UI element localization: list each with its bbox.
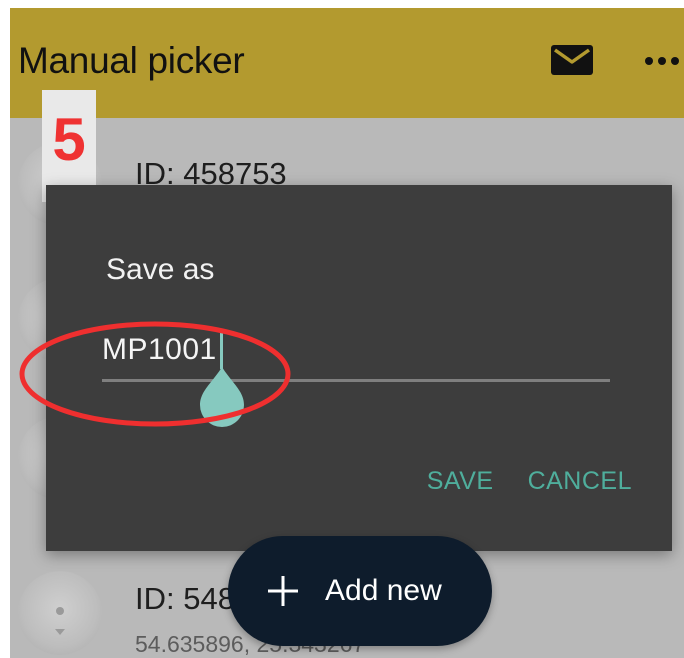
add-new-label: Add new — [325, 574, 442, 607]
avatar — [18, 571, 102, 655]
avatar-dot — [56, 607, 64, 615]
page-title: Manual picker — [18, 40, 245, 81]
cancel-button[interactable]: CANCEL — [528, 467, 632, 496]
app-bar: Manual picker — [10, 8, 684, 118]
chevron-down-icon — [55, 629, 65, 635]
mail-icon[interactable] — [550, 44, 594, 76]
more-horizontal-icon[interactable] — [644, 56, 680, 66]
dialog-actions: SAVE CANCEL — [427, 467, 632, 496]
highlight-ring — [19, 321, 291, 427]
add-new-button[interactable]: Add new — [228, 536, 492, 646]
plus-icon — [268, 576, 298, 606]
step-number: 5 — [52, 106, 86, 173]
save-button[interactable]: SAVE — [427, 467, 494, 496]
dialog-title: Save as — [106, 253, 215, 286]
item-id: ID: 548 — [135, 581, 235, 616]
